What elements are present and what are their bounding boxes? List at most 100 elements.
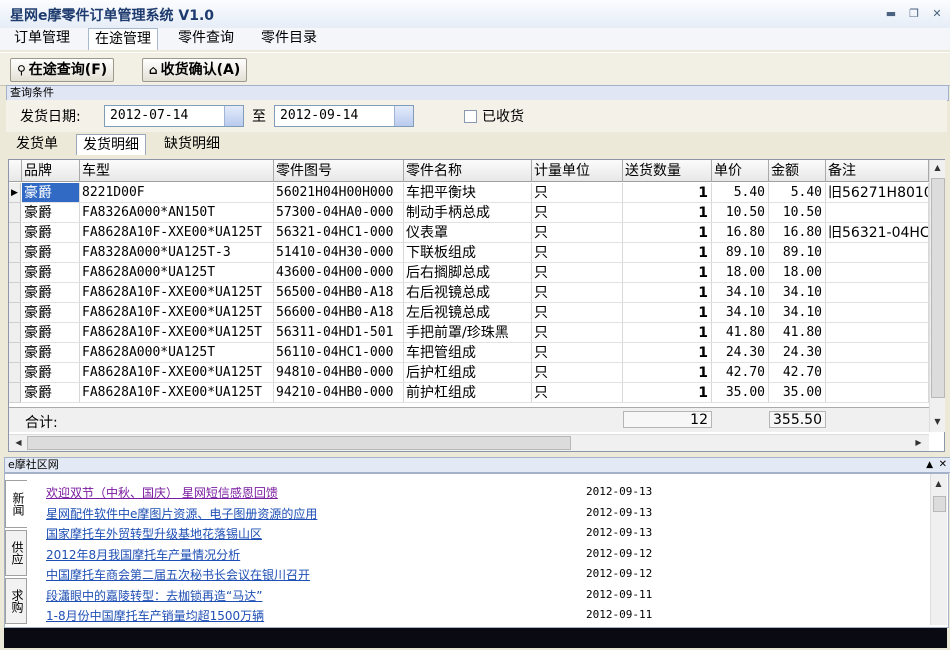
cell-remarks[interactable] bbox=[826, 363, 929, 383]
news-item-link[interactable]: 1-8月份中国摩托车产销量均超1500万辆 bbox=[46, 607, 264, 624]
cell-part-name[interactable]: 手把前罩/珍珠黑 bbox=[404, 323, 532, 343]
cell-unit-price[interactable]: 89.10 bbox=[712, 243, 769, 263]
table-row[interactable]: 豪爵 FA8628A10F-XXE00*UA125T 56600-04HB0-A18… bbox=[9, 303, 929, 323]
cell-remarks[interactable] bbox=[826, 303, 929, 323]
row-marker[interactable] bbox=[9, 323, 21, 343]
vertical-scroll-thumb[interactable] bbox=[931, 178, 945, 398]
cell-brand[interactable]: 豪爵 bbox=[22, 383, 80, 403]
cell-quantity[interactable]: 1 bbox=[623, 183, 712, 203]
column-part-name[interactable]: 零件名称 bbox=[404, 160, 532, 182]
row-marker[interactable] bbox=[9, 343, 21, 363]
cell-model[interactable]: FA8628A10F-XXE00*UA125T bbox=[80, 283, 274, 303]
table-row[interactable]: 豪爵 FA8628A10F-XXE00*UA125T 94810-04HB0-000… bbox=[9, 363, 929, 383]
cell-amount[interactable]: 18.00 bbox=[769, 263, 826, 283]
cell-part-name[interactable]: 左后视镜总成 bbox=[404, 303, 532, 323]
horizontal-scroll-thumb[interactable] bbox=[27, 436, 571, 450]
cell-remarks[interactable] bbox=[826, 323, 929, 343]
table-row[interactable]: 豪爵 FA8628A10F-XXE00*UA125T 56321-04HC1-000… bbox=[9, 223, 929, 243]
table-row[interactable]: 豪爵 FA8628A10F-XXE00*UA125T 94210-04HB0-000… bbox=[9, 383, 929, 403]
cell-unit[interactable]: 只 bbox=[532, 243, 623, 263]
cell-part-number[interactable]: 43600-04H00-000 bbox=[274, 263, 404, 283]
menu-part-query[interactable]: 零件查询 bbox=[172, 28, 240, 49]
cell-part-number[interactable]: 57300-04HA0-000 bbox=[274, 203, 404, 223]
cell-remarks[interactable] bbox=[826, 263, 929, 283]
table-row[interactable]: 豪爵 FA8326A000*AN150T 57300-04HA0-000 制动手柄总成… bbox=[9, 203, 929, 223]
cell-part-name[interactable]: 制动手柄总成 bbox=[404, 203, 532, 223]
to-date-picker[interactable]: 2012-09-14 bbox=[274, 105, 414, 127]
shipment-detail-grid[interactable]: 品牌 车型 零件图号 零件名称 计量单位 送货数量 单价 金额 备注 ▶ 豪爵 82… bbox=[8, 159, 945, 452]
cell-remarks[interactable]: 旧56321-04HC0 bbox=[826, 223, 929, 243]
cell-unit[interactable]: 只 bbox=[532, 343, 623, 363]
cell-model[interactable]: FA8628A10F-XXE00*UA125T bbox=[80, 223, 274, 243]
cell-model[interactable]: FA8628A000*UA125T bbox=[80, 263, 274, 283]
cell-unit[interactable]: 只 bbox=[532, 263, 623, 283]
cell-remarks[interactable] bbox=[826, 203, 929, 223]
news-item-link[interactable]: 星网配件软件中e摩图片资源、电子图册资源的应用 bbox=[46, 505, 317, 522]
cell-amount[interactable]: 35.00 bbox=[769, 383, 826, 403]
cell-unit[interactable]: 只 bbox=[532, 323, 623, 343]
maximize-icon[interactable]: ❐ bbox=[905, 6, 923, 22]
cell-brand[interactable]: 豪爵 bbox=[22, 343, 80, 363]
cell-brand[interactable]: 豪爵 bbox=[22, 263, 80, 283]
column-unit-price[interactable]: 单价 bbox=[712, 160, 769, 182]
column-part-number[interactable]: 零件图号 bbox=[274, 160, 404, 182]
cell-unit-price[interactable]: 16.80 bbox=[712, 223, 769, 243]
minimize-icon[interactable]: ▬ bbox=[882, 6, 900, 22]
cell-quantity[interactable]: 1 bbox=[623, 223, 712, 243]
cell-quantity[interactable]: 1 bbox=[623, 263, 712, 283]
news-scroll-up-icon[interactable]: ▲ bbox=[931, 476, 946, 491]
news-scroll-thumb[interactable] bbox=[933, 496, 946, 512]
cell-unit-price[interactable]: 24.30 bbox=[712, 343, 769, 363]
from-date-dropdown-icon[interactable] bbox=[224, 106, 243, 126]
column-model[interactable]: 车型 bbox=[80, 160, 274, 182]
cell-unit-price[interactable]: 10.50 bbox=[712, 203, 769, 223]
grid-vertical-scrollbar[interactable]: ▲ ▼ bbox=[929, 160, 945, 432]
news-vertical-scrollbar[interactable]: ▲ bbox=[930, 474, 947, 625]
table-row[interactable]: 豪爵 FA8628A10F-XXE00*UA125T 56311-04HD1-501… bbox=[9, 323, 929, 343]
tab-shipment-orders[interactable]: 发货单 bbox=[10, 134, 64, 154]
news-item-link[interactable]: 段瀟眼中的嘉陵转型：去枷锁再造“马达” bbox=[46, 587, 262, 604]
received-checkbox[interactable] bbox=[464, 110, 477, 123]
cell-model[interactable]: FA8328A000*UA125T-3 bbox=[80, 243, 274, 263]
menu-order-management[interactable]: 订单管理 bbox=[8, 28, 76, 49]
cell-unit-price[interactable]: 35.00 bbox=[712, 383, 769, 403]
cell-unit[interactable]: 只 bbox=[532, 363, 623, 383]
cell-brand[interactable]: 豪爵 bbox=[22, 183, 80, 203]
cell-amount[interactable]: 24.30 bbox=[769, 343, 826, 363]
cell-brand[interactable]: 豪爵 bbox=[22, 223, 80, 243]
row-marker[interactable] bbox=[9, 283, 21, 303]
cell-part-number[interactable]: 56311-04HD1-501 bbox=[274, 323, 404, 343]
cell-unit-price[interactable]: 34.10 bbox=[712, 303, 769, 323]
cell-amount[interactable]: 42.70 bbox=[769, 363, 826, 383]
scroll-up-icon[interactable]: ▲ bbox=[930, 160, 945, 175]
tab-shipment-details[interactable]: 发货明细 bbox=[76, 134, 146, 155]
cell-part-name[interactable]: 后右搁脚总成 bbox=[404, 263, 532, 283]
table-row[interactable]: 豪爵 FA8628A000*UA125T 56110-04HC1-000 车把管组成只… bbox=[9, 343, 929, 363]
news-item-link[interactable]: 欢迎双节（中秋、国庆） 星网短信感恩回馈 bbox=[46, 484, 278, 501]
cell-model[interactable]: FA8628A10F-XXE00*UA125T bbox=[80, 383, 274, 403]
cell-remarks[interactable] bbox=[826, 243, 929, 263]
table-row[interactable]: 豪爵 FA8328A000*UA125T-3 51410-04H30-000 下联板组… bbox=[9, 243, 929, 263]
cell-part-name[interactable]: 右后视镜总成 bbox=[404, 283, 532, 303]
column-amount[interactable]: 金额 bbox=[769, 160, 826, 182]
cell-amount[interactable]: 34.10 bbox=[769, 303, 826, 323]
cell-quantity[interactable]: 1 bbox=[623, 383, 712, 403]
column-brand[interactable]: 品牌 bbox=[22, 160, 80, 182]
cell-model[interactable]: FA8628A10F-XXE00*UA125T bbox=[80, 323, 274, 343]
cell-unit-price[interactable]: 34.10 bbox=[712, 283, 769, 303]
in-transit-query-button[interactable]: ⚲ 在途查询(F) bbox=[10, 58, 115, 82]
current-row-arrow-icon[interactable]: ▶ bbox=[9, 183, 21, 203]
cell-part-name[interactable]: 仪表罩 bbox=[404, 223, 532, 243]
cell-brand[interactable]: 豪爵 bbox=[22, 323, 80, 343]
column-quantity[interactable]: 送货数量 bbox=[623, 160, 712, 182]
cell-remarks[interactable] bbox=[826, 383, 929, 403]
cell-part-number[interactable]: 94210-04HB0-000 bbox=[274, 383, 404, 403]
cell-part-number[interactable]: 56500-04HB0-A18 bbox=[274, 283, 404, 303]
row-marker[interactable] bbox=[9, 223, 21, 243]
cell-amount[interactable]: 5.40 bbox=[769, 183, 826, 203]
cell-unit[interactable]: 只 bbox=[532, 203, 623, 223]
cell-part-number[interactable]: 56110-04HC1-000 bbox=[274, 343, 404, 363]
table-row[interactable]: 豪爵 FA8628A10F-XXE00*UA125T 56500-04HB0-A18… bbox=[9, 283, 929, 303]
tab-shortage-details[interactable]: 缺货明细 bbox=[158, 134, 226, 154]
cell-part-name[interactable]: 前护杠组成 bbox=[404, 383, 532, 403]
